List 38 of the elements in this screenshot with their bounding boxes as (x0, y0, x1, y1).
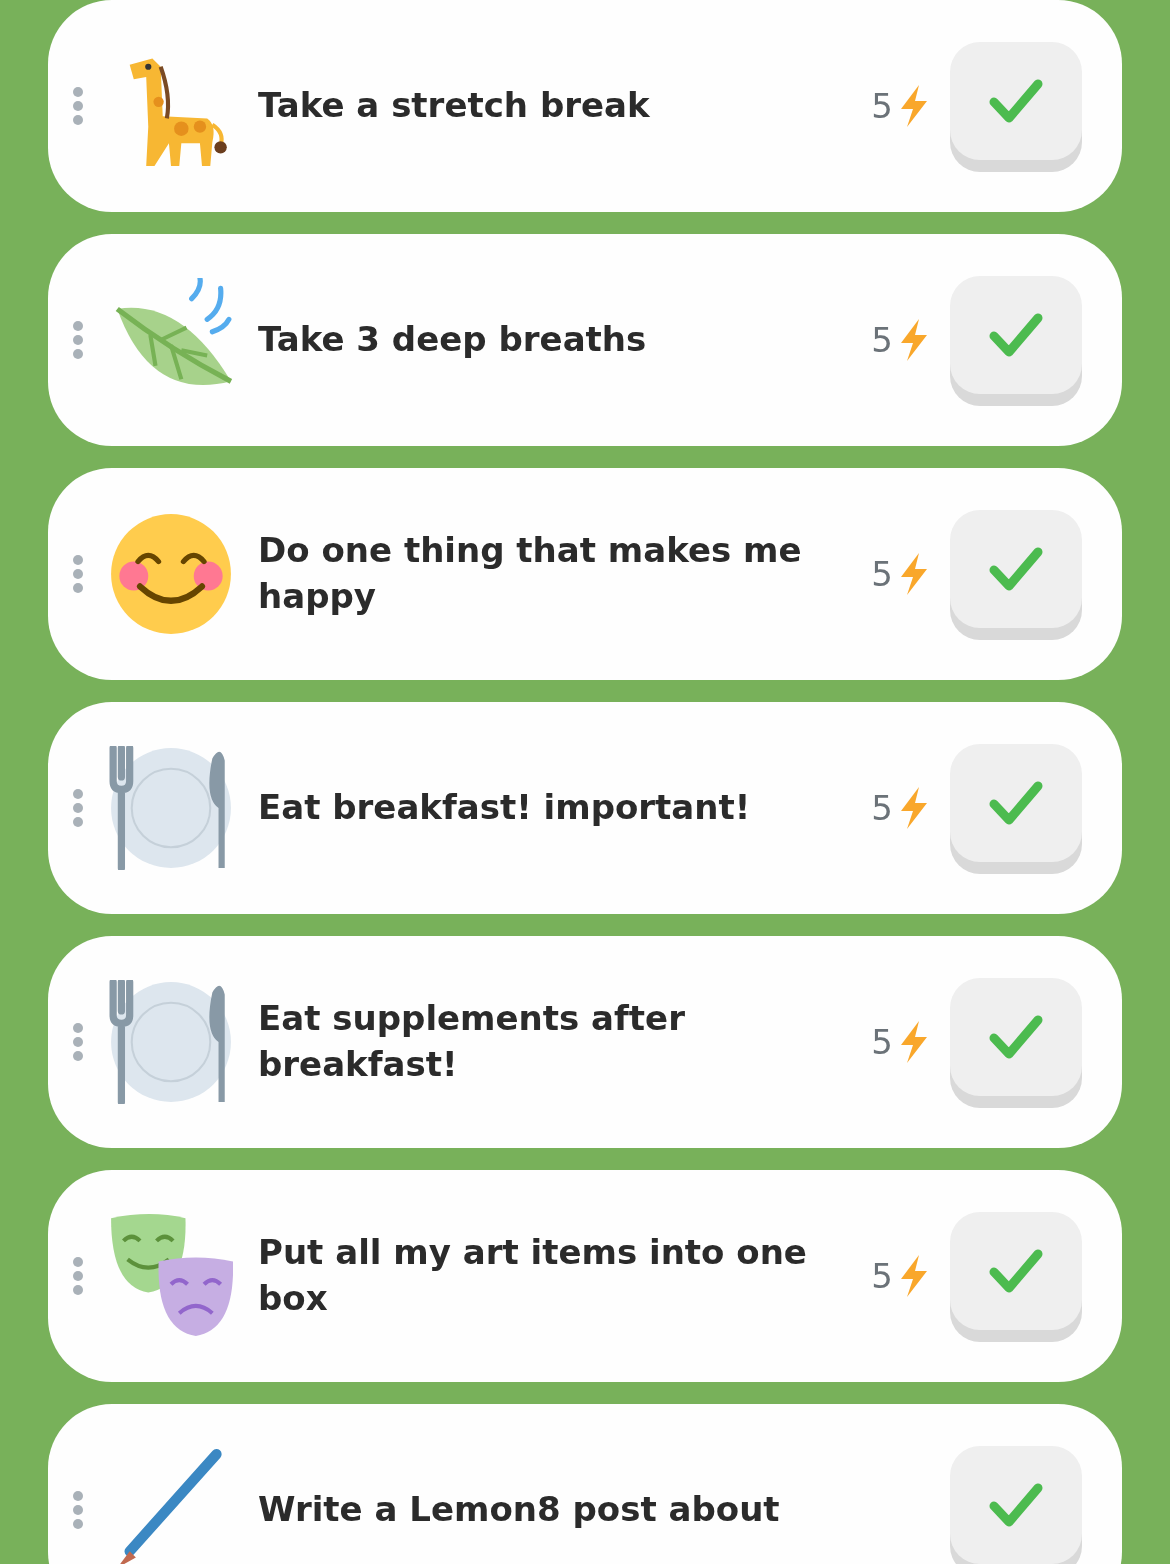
checkmark-icon (989, 78, 1043, 124)
plate-with-cutlery-icon (109, 980, 233, 1104)
points-count: 5 (871, 1256, 893, 1296)
task-title: Put all my art items into one box (257, 1231, 808, 1320)
points-count: 5 (871, 554, 893, 594)
points-count: 5 (871, 788, 893, 828)
lightning-icon (898, 1021, 929, 1063)
task-title: Eat breakfast! important! (257, 786, 752, 830)
drag-handle-icon[interactable] (71, 1022, 85, 1062)
task-title: Take a stretch break (257, 84, 651, 128)
drag-handle-icon[interactable] (71, 788, 85, 828)
checkmark-icon (989, 1248, 1043, 1294)
theater-masks-icon (109, 1214, 233, 1338)
drag-handle-icon[interactable] (71, 554, 85, 594)
complete-button[interactable] (950, 1446, 1082, 1564)
checkmark-icon (989, 780, 1043, 826)
drag-handle-icon[interactable] (71, 1256, 85, 1296)
points-count: 5 (871, 1022, 893, 1062)
task-title: Do one thing that makes me happy (257, 529, 803, 618)
drag-handle-icon[interactable] (71, 1490, 85, 1530)
drag-handle-icon[interactable] (71, 86, 85, 126)
lightning-icon (898, 85, 929, 127)
checkmark-icon (989, 546, 1043, 592)
lightning-icon (898, 1255, 929, 1297)
plate-with-cutlery-icon (109, 746, 233, 870)
points-count: 5 (871, 86, 893, 126)
points-count: 5 (871, 320, 893, 360)
lightning-icon (898, 319, 929, 361)
smiling-face-icon (109, 512, 233, 636)
drag-handle-icon[interactable] (71, 320, 85, 360)
task-title: Take 3 deep breaths (257, 318, 648, 362)
lightning-icon (898, 787, 929, 829)
lightning-icon (898, 553, 929, 595)
task-title: Write a Lemon8 post about (257, 1488, 781, 1532)
checkmark-icon (989, 312, 1043, 358)
task-title: Eat supplements after breakfast! (257, 997, 686, 1086)
checkmark-icon (989, 1014, 1043, 1060)
checkmark-icon (989, 1482, 1043, 1528)
